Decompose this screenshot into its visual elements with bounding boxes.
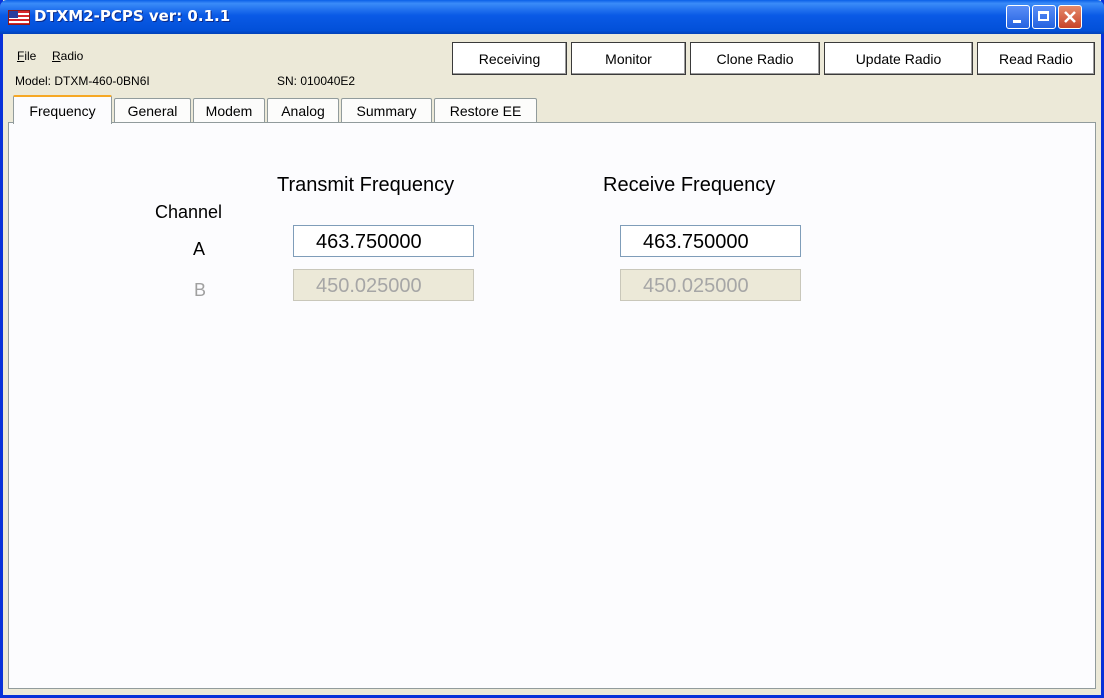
minimize-icon[interactable] [1006, 5, 1030, 29]
transmit-frequency-heading: Transmit Frequency [277, 174, 455, 196]
window-title: DTXM2-PCPS ver: 0.1.1 [34, 7, 231, 25]
channel-label: Channel [155, 202, 223, 222]
tab-modem[interactable]: Modem [193, 98, 265, 122]
model-label: Model: DTXM-460-0BN6I [15, 74, 150, 88]
update-radio-button[interactable]: Update Radio [824, 42, 973, 75]
receive-frequency-heading: Receive Frequency [603, 174, 776, 196]
menu-file[interactable]: File [17, 49, 36, 63]
menu-radio[interactable]: Radio [52, 49, 83, 63]
menu-radio-rest: adio [60, 49, 84, 63]
title-bar[interactable]: DTXM2-PCPS ver: 0.1.1 [0, 0, 1104, 34]
channel-b-label: B [194, 280, 207, 300]
receiving-button[interactable]: Receiving [452, 42, 567, 75]
tab-restore-ee[interactable]: Restore EE [434, 98, 537, 122]
clone-radio-button[interactable]: Clone Radio [690, 42, 820, 75]
channel-a-transmit-input[interactable] [293, 225, 474, 257]
read-radio-button[interactable]: Read Radio [977, 42, 1095, 75]
channel-a-label: A [193, 239, 206, 259]
menu-file-rest: ile [24, 49, 37, 63]
frequency-panel: Transmit Frequency Receive Frequency Cha… [8, 122, 1096, 689]
tab-analog[interactable]: Analog [267, 98, 339, 122]
channel-a-receive-input[interactable] [620, 225, 801, 257]
monitor-button[interactable]: Monitor [571, 42, 686, 75]
channel-b-receive-input [620, 269, 801, 301]
flag-app-icon [8, 10, 30, 25]
serial-number-label: SN: 010040E2 [277, 74, 356, 88]
maximize-icon[interactable] [1032, 5, 1056, 29]
tab-general[interactable]: General [114, 98, 191, 122]
close-icon[interactable] [1058, 5, 1082, 29]
channel-b-transmit-input [293, 269, 474, 301]
menu-radio-mnemonic: R [52, 49, 61, 63]
tab-summary[interactable]: Summary [341, 98, 432, 122]
tab-frequency[interactable]: Frequency [13, 95, 112, 124]
